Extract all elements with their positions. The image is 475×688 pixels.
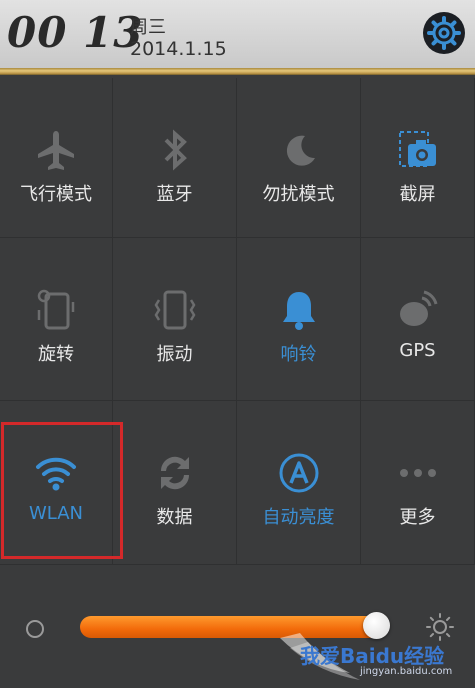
screenshot-icon bbox=[396, 128, 440, 172]
toggle-rotate[interactable]: 旋转 bbox=[0, 238, 113, 401]
toggle-label: 旋转 bbox=[38, 344, 74, 365]
gps-icon bbox=[396, 288, 440, 332]
toggle-label: 数据 bbox=[156, 507, 193, 528]
watermark-text: 我爱Baidu经验 bbox=[300, 644, 445, 668]
date: 2014.1.15 bbox=[130, 38, 227, 60]
toggle-gps[interactable]: GPS bbox=[361, 238, 475, 401]
toggle-label: 截屏 bbox=[399, 184, 436, 205]
moon-icon bbox=[279, 128, 319, 172]
toggle-label: 振动 bbox=[156, 344, 193, 365]
toggle-screenshot[interactable]: 截屏 bbox=[361, 78, 475, 238]
toggle-label: GPS bbox=[399, 340, 436, 361]
toggle-vibrate[interactable]: 振动 bbox=[113, 238, 237, 401]
vibrate-icon bbox=[153, 288, 197, 332]
toggle-label: 响铃 bbox=[280, 344, 317, 365]
toggle-data[interactable]: 数据 bbox=[113, 401, 237, 565]
bluetooth-icon bbox=[160, 128, 190, 172]
brightness-low-icon bbox=[26, 620, 44, 638]
weekday: 周三 bbox=[130, 17, 166, 38]
watermark-url: jingyan.baidu.com bbox=[360, 666, 453, 677]
airplane-icon bbox=[34, 128, 78, 172]
toggle-airplane[interactable]: 飞行模式 bbox=[0, 78, 113, 238]
toggle-bluetooth[interactable]: 蓝牙 bbox=[113, 78, 237, 238]
divider bbox=[0, 68, 475, 75]
brightness-panel: 我爱Baidu经验 jingyan.baidu.com bbox=[0, 570, 475, 688]
toggle-ring[interactable]: 响铃 bbox=[237, 238, 361, 401]
toggle-label: 勿扰模式 bbox=[262, 184, 335, 205]
toggle-wlan[interactable]: WLAN bbox=[0, 401, 113, 565]
toggle-label: 更多 bbox=[399, 507, 436, 528]
data-icon bbox=[153, 451, 197, 495]
toggle-more[interactable]: 更多 bbox=[361, 401, 475, 565]
wifi-icon bbox=[34, 451, 78, 495]
toggle-grid: 飞行模式 蓝牙 勿扰模式 截屏 旋转 振动 响铃 GPS WLAN 数据 自动亮… bbox=[0, 78, 475, 570]
status-bar: 00 13 周三 2014.1.15 bbox=[0, 0, 475, 69]
bell-icon bbox=[279, 288, 319, 332]
toggle-label: 自动亮度 bbox=[262, 507, 335, 528]
gear-icon[interactable] bbox=[423, 12, 465, 54]
rotate-icon bbox=[34, 288, 78, 332]
more-icon bbox=[396, 451, 440, 495]
toggle-label: WLAN bbox=[28, 503, 84, 524]
toggle-label: 蓝牙 bbox=[156, 184, 193, 205]
toggle-label: 飞行模式 bbox=[20, 184, 92, 205]
clock: 00 13 bbox=[7, 8, 144, 57]
auto-brightness-icon bbox=[277, 451, 321, 495]
toggle-auto-brightness[interactable]: 自动亮度 bbox=[237, 401, 361, 565]
toggle-do-not-disturb[interactable]: 勿扰模式 bbox=[237, 78, 361, 238]
